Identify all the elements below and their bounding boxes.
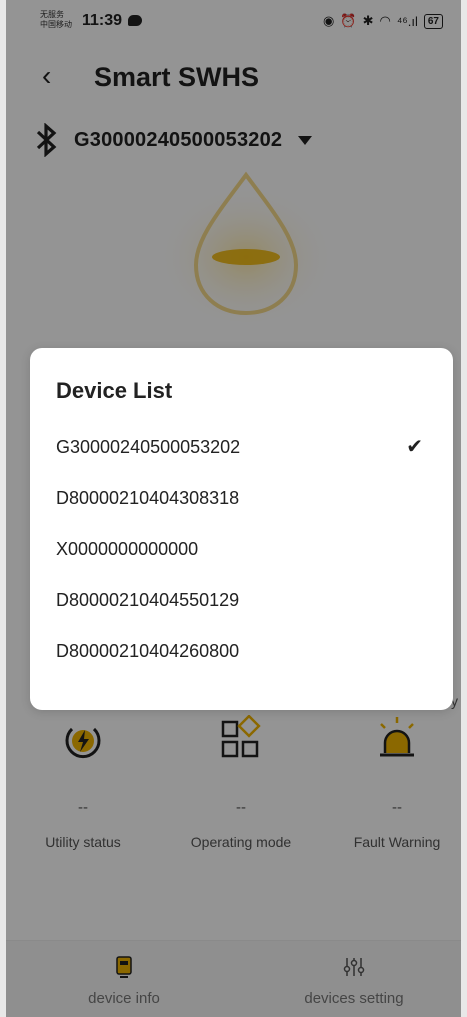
device-list-item-id: D80000210404550129 — [56, 590, 240, 610]
device-list-item-id: X0000000000000 — [56, 539, 199, 559]
checkmark-icon: ✔ — [406, 436, 423, 458]
device-list-item[interactable]: X0000000000000 — [30, 538, 453, 589]
dialog-title: Device List — [56, 378, 173, 403]
device-list-item-id: G30000240500053202 — [56, 437, 241, 457]
device-list-item[interactable]: G30000240500053202 ✔ — [30, 436, 453, 487]
device-list-item[interactable]: D80000210404550129 — [30, 589, 453, 640]
device-list-item[interactable]: D80000210404308318 — [30, 487, 453, 538]
device-list-item-id: D80000210404260800 — [56, 641, 240, 661]
phone-screen: 无服务 中国移动 11:39 ◉ ⏰ ✱ ◠ ⁴⁶.ıl 67 ‹ Smart … — [6, 0, 461, 1017]
device-list-item-id: D80000210404308318 — [56, 488, 240, 508]
device-list-dialog: Device List G30000240500053202 ✔ D800002… — [30, 348, 453, 710]
device-list-item[interactable]: D80000210404260800 — [30, 640, 453, 691]
device-list: G30000240500053202 ✔ D80000210404308318 … — [30, 436, 453, 691]
